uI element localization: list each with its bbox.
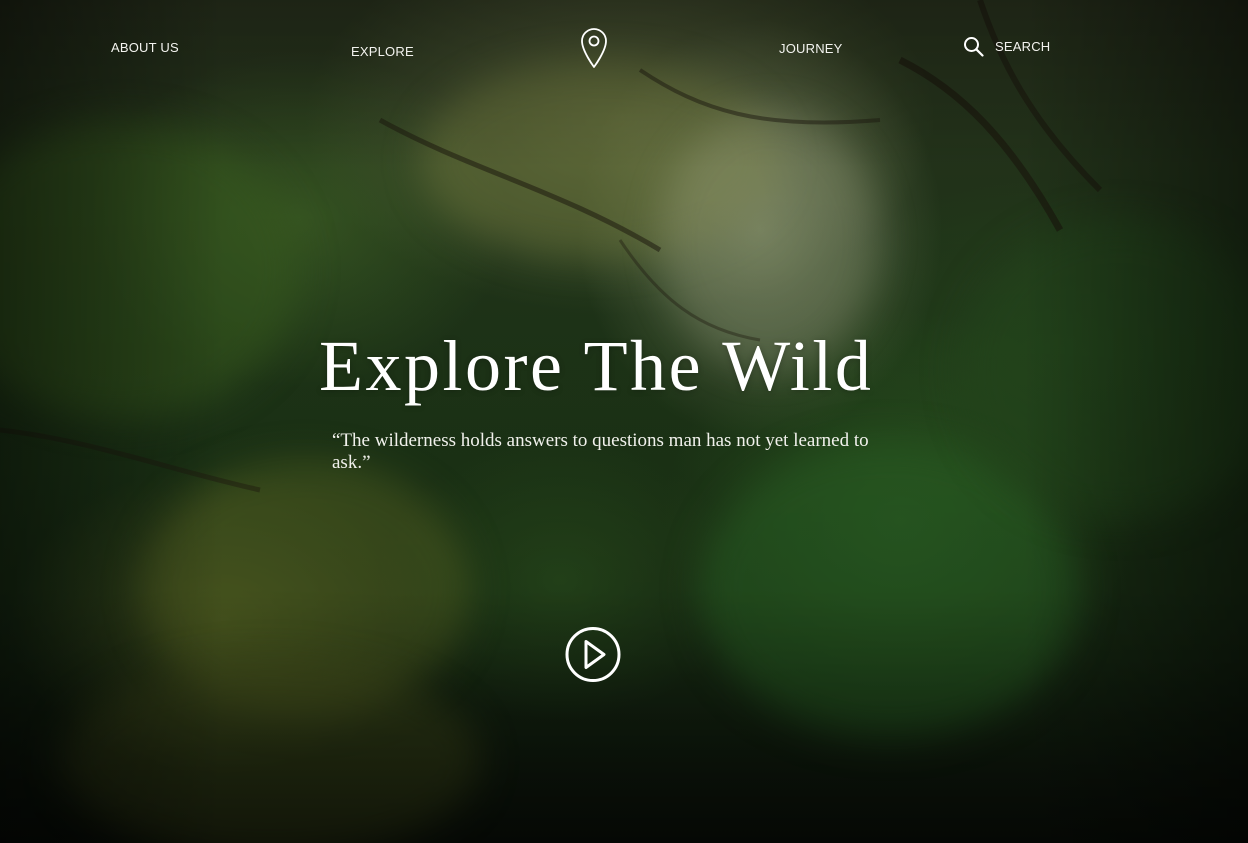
hero-section: ABOUT US EXPLORE JOURNEY SEARCH Explore …: [0, 0, 1248, 843]
map-pin-icon[interactable]: [579, 27, 609, 69]
hero-quote: “The wilderness holds answers to questio…: [332, 430, 869, 473]
foliage: [0, 120, 300, 420]
nav-explore[interactable]: EXPLORE: [351, 45, 414, 58]
play-circle-icon: [565, 627, 621, 682]
nav-about-us[interactable]: ABOUT US: [111, 41, 179, 54]
hero-title: Explore The Wild: [319, 326, 874, 406]
search-label: SEARCH: [995, 38, 1051, 54]
nav-journey[interactable]: JOURNEY: [779, 42, 843, 55]
search-icon: [964, 36, 984, 57]
search-button[interactable]: SEARCH: [963, 36, 1051, 57]
play-video-button[interactable]: [565, 624, 623, 686]
foliage: [60, 660, 480, 843]
